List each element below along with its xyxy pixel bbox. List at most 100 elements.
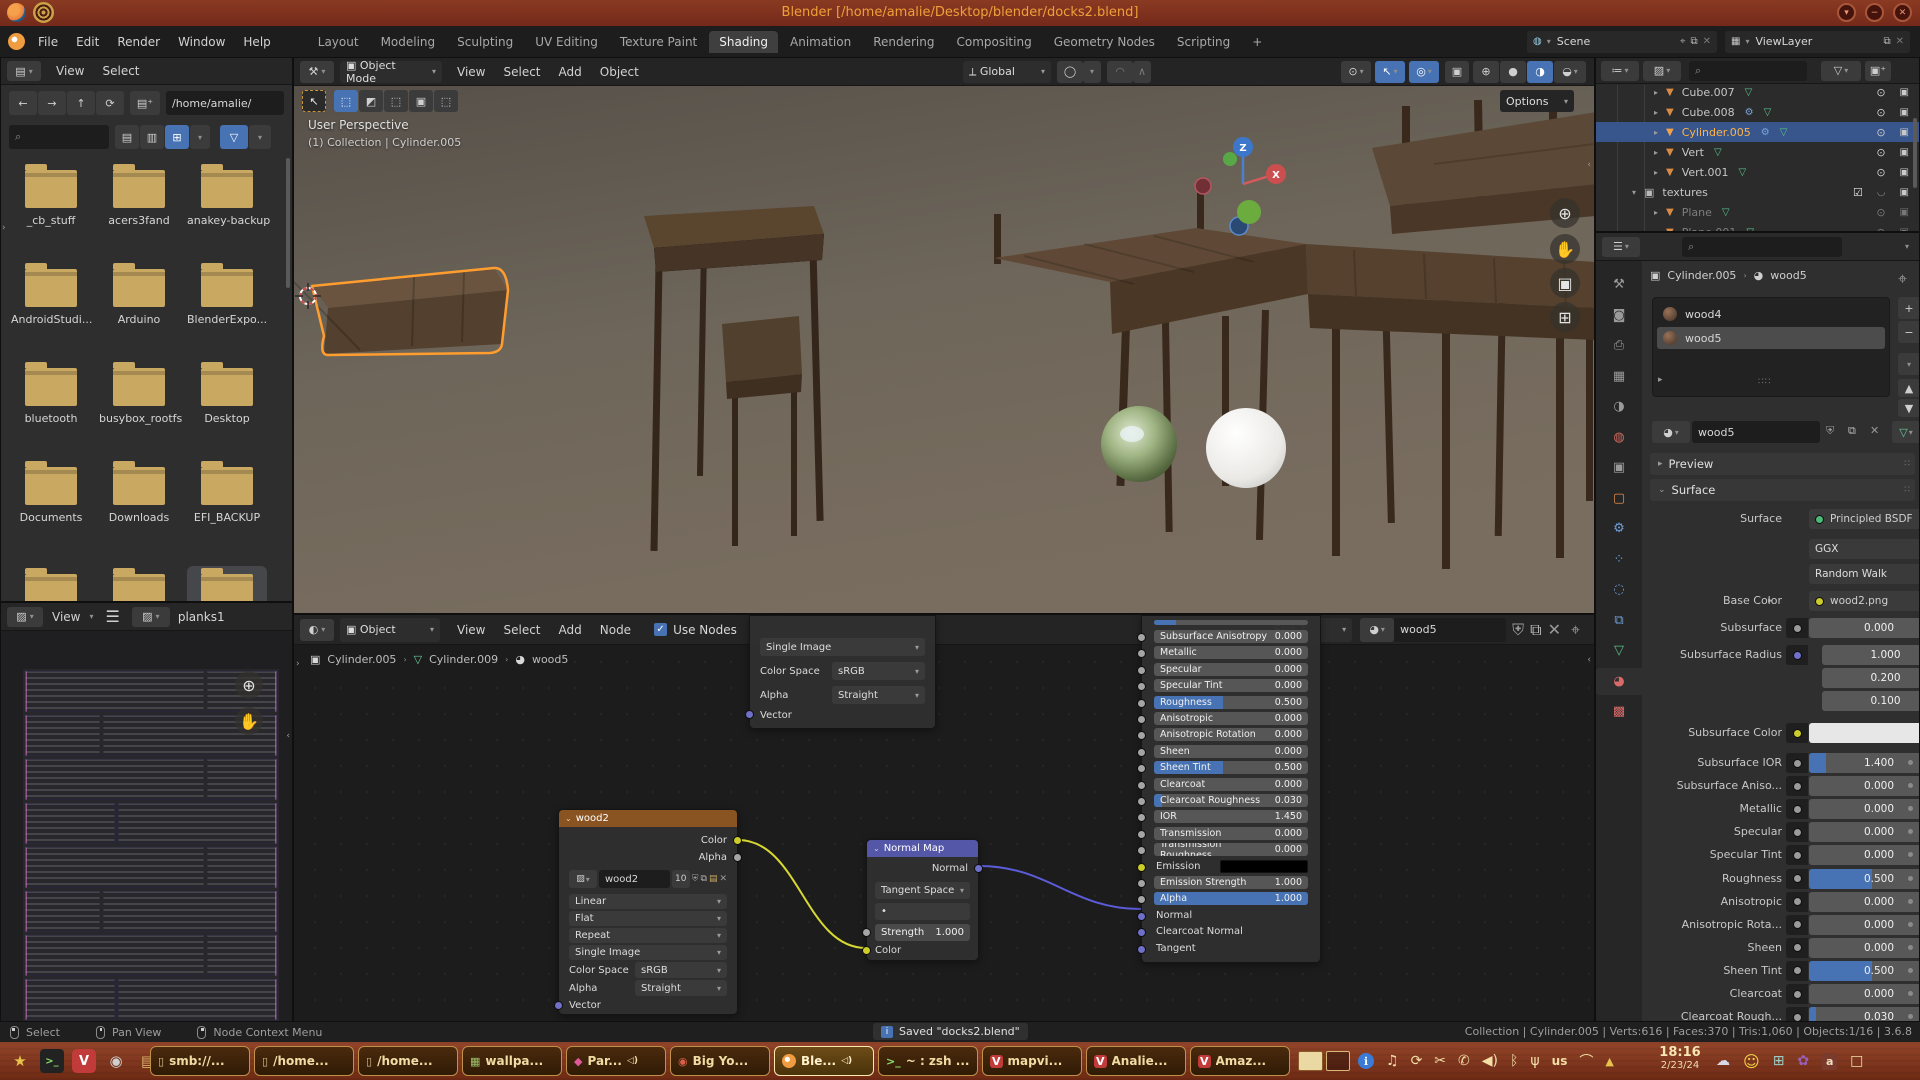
window-shade-button[interactable]: ▾ [1837, 3, 1856, 22]
add-slot-button[interactable]: + [1898, 297, 1919, 319]
options-dropdown[interactable]: Options▾ [1500, 90, 1574, 112]
remove-slot-button[interactable]: − [1898, 321, 1919, 343]
keyframe-dot[interactable] [1908, 899, 1913, 904]
material-slot-wood4[interactable]: wood4 [1657, 303, 1885, 325]
taskbar-window-home[interactable]: ▯/home... [254, 1046, 354, 1076]
sidebar-collapse-icon[interactable]: ‹ [1587, 160, 1591, 170]
tray-phone[interactable]: ✆ [1458, 1053, 1470, 1069]
base-color-button[interactable]: wood2.png [1809, 591, 1919, 611]
image-users-count[interactable]: 10 [672, 870, 690, 888]
subsurface-radius-2[interactable]: 0.100 [1822, 691, 1919, 711]
menu-window[interactable]: Window [169, 35, 234, 49]
display-horizontal-list-button[interactable]: ▥ [140, 125, 164, 149]
select-mode-3-button[interactable]: ⬚ [384, 90, 408, 112]
outliner-search-input[interactable]: ⌕ [1689, 61, 1807, 81]
keyframe-dot[interactable] [1908, 876, 1913, 881]
surface-panel-header[interactable]: ⌄Surface ∷ [1650, 479, 1915, 501]
node-principled-bsdf[interactable]: Subsurface Anisotropy0.000Metallic0.000S… [1141, 615, 1321, 963]
strength-slider[interactable]: Strength 1.000 [875, 924, 970, 941]
file-search-input[interactable]: ⌕ [9, 125, 109, 149]
hide-eye-icon[interactable]: ⊙ [1876, 146, 1885, 159]
node-editor-menu-select[interactable]: Select [494, 623, 549, 637]
wood2-dropdown-linear[interactable]: Linear▾ [569, 894, 727, 909]
workspace-tab-animation[interactable]: Animation [780, 31, 861, 53]
workspace-tab-geometry-nodes[interactable]: Geometry Nodes [1044, 31, 1165, 53]
cursor-tool-button[interactable]: ↖ [302, 90, 326, 112]
gizmos-toggle-button[interactable]: ↖▾ [1375, 61, 1405, 83]
tray-smiley[interactable]: ☺ [1743, 1052, 1760, 1071]
wood2-dropdown-single-image[interactable]: Single Image▾ [569, 945, 727, 960]
properties-tab-object[interactable]: ▢ [1596, 485, 1642, 512]
outliner-row-plane[interactable]: ▸▼Plane▽⊙▣ [1596, 202, 1919, 222]
filter-options-dropdown[interactable]: ▾ [249, 125, 271, 149]
hide-eye-icon[interactable]: ⊙ [1876, 206, 1885, 219]
visibility-dropdown[interactable]: ⊙▾ [1341, 61, 1371, 83]
strength-input-socket[interactable] [862, 928, 871, 937]
outliner-row-plane-001[interactable]: ▸▼Plane.001▽⊙▣ [1596, 222, 1919, 231]
material-name-field[interactable]: wood5 [1394, 618, 1506, 642]
overlays-toggle-button[interactable]: ◎▾ [1409, 61, 1439, 83]
workspace-tab-layout[interactable]: Layout [308, 31, 369, 53]
color-input-socket[interactable] [862, 946, 871, 955]
exclude-checkbox[interactable]: ☑ [1853, 186, 1863, 199]
bsdf-slider-metallic[interactable]: Metallic0.000 [1154, 646, 1308, 659]
bsdf-slider-anisotropic[interactable]: Anisotropic0.000 [1154, 712, 1308, 725]
tray-weather[interactable]: ☁ [1716, 1053, 1730, 1069]
image-editor-collapse-icon[interactable]: ‹ [286, 731, 290, 741]
file-browser-menu-select[interactable]: Select [93, 64, 148, 78]
image-source-dropdown[interactable]: Single Image▾ [760, 638, 925, 656]
properties-tab-particles[interactable]: ⁘ [1596, 546, 1642, 573]
launcher-media-player[interactable]: ◉ [104, 1049, 128, 1073]
shading-wireframe-button[interactable]: ⊕ [1473, 61, 1499, 83]
refresh-button[interactable]: ⟳ [96, 91, 124, 115]
launcher-terminal[interactable]: >_ [40, 1049, 64, 1073]
bsdf-tangent-socket[interactable] [1137, 945, 1146, 954]
file-browser-menu-view[interactable]: View [47, 64, 93, 78]
file-browser-expand-icon[interactable]: › [2, 223, 6, 233]
mesh-data-icon[interactable]: ▽ [1722, 207, 1730, 218]
properties-tab-modifiers[interactable]: ⚙ [1596, 515, 1642, 542]
properties-editor-type-button[interactable]: ☰▾ [1602, 237, 1640, 257]
folder-acers3fand[interactable]: acers3fand [99, 170, 179, 227]
disable-render-camera-icon[interactable]: ▣ [1900, 167, 1909, 178]
mesh-data-icon[interactable]: ▽ [1746, 227, 1754, 232]
bsdf-specular-socket[interactable] [1137, 666, 1146, 675]
node-editor-type-button[interactable]: ◐▾ [300, 619, 334, 641]
bsdf-slider-ior[interactable]: IOR1.450 [1154, 810, 1308, 823]
display-size-dropdown[interactable]: ▾ [190, 125, 210, 149]
node-normal-map[interactable]: ⌄ Normal Map Normal Tangent Space▾ • Str… [866, 839, 979, 961]
bsdf-slider-transmission-roughness[interactable]: Transmission Roughness0.000 [1154, 843, 1308, 856]
wood2-dropdown-repeat[interactable]: Repeat▾ [569, 928, 727, 943]
folder-arduino[interactable]: Arduino [99, 269, 179, 326]
properties-tab-render[interactable]: ◙ [1596, 302, 1642, 329]
normal-output-socket[interactable] [974, 864, 983, 873]
viewport-zoom-button[interactable]: ⊕ [1550, 198, 1580, 228]
bsdf-normal-socket[interactable] [1137, 912, 1146, 921]
mesh-data-icon[interactable]: ▽ [1745, 87, 1753, 98]
mesh-data-icon[interactable]: ▽ [1780, 127, 1788, 138]
select-mode-4-button[interactable]: ▣ [409, 90, 433, 112]
taskbar-window-amaz[interactable]: VAmaz... [1190, 1046, 1290, 1076]
prop-slider-sheen-tint[interactable]: 0.500 [1809, 961, 1919, 981]
distribution-dropdown[interactable]: GGX▾ [1809, 539, 1919, 559]
object-icon[interactable]: ▼ [1666, 207, 1674, 218]
keyframe-dot[interactable] [1908, 991, 1913, 996]
image-editor-type-button[interactable]: ▨▾ [7, 607, 43, 627]
bsdf-swatch-emission[interactable] [1220, 860, 1308, 873]
outliner-row-vert-001[interactable]: ▸▼Vert.001▽⊙▣ [1596, 162, 1919, 182]
bsdf-slider-clearcoat[interactable]: Clearcoat0.000 [1154, 778, 1308, 791]
color-output-socket[interactable] [733, 836, 742, 845]
disable-render-camera-icon[interactable]: ▣ [1900, 207, 1909, 218]
disable-render-camera-icon[interactable]: ▣ [1900, 87, 1909, 98]
snap-toggle-button[interactable]: ◯ [1057, 61, 1083, 83]
unlink-icon[interactable]: ✕ [719, 874, 727, 884]
prop-slider-roughness[interactable]: 0.500 [1809, 869, 1919, 889]
copy-icon[interactable]: ⧉ [1690, 36, 1697, 47]
transform-orientation-dropdown[interactable]: ⟂ Global▾ [963, 61, 1051, 83]
preview-panel-header[interactable]: ▸Preview ∷ [1650, 453, 1915, 475]
pin-icon[interactable]: ⌖ [1571, 620, 1580, 640]
viewlayer-selector[interactable]: ▦ ▾ ViewLayer ⧉ ✕ [1725, 31, 1910, 53]
mesh-link-dropdown[interactable]: ▽▾ [1892, 421, 1919, 443]
expand-icon[interactable]: ▸ [1654, 228, 1658, 232]
alpha-output-socket[interactable] [733, 853, 742, 862]
